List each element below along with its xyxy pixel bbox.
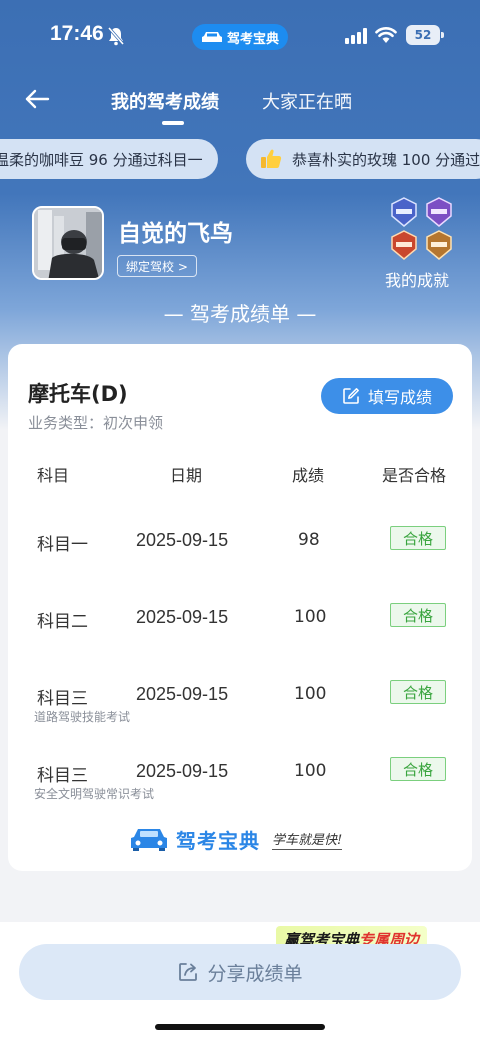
row-score: 100 <box>294 684 327 704</box>
row-date: 2025-09-15 <box>136 684 229 704</box>
row-note: 道路驾驶技能考试 <box>34 710 131 724</box>
header-date: 日期 <box>170 466 203 485</box>
report-heading: — 驾考成绩单 — <box>163 302 317 326</box>
fill-score-label: 填写成绩 <box>367 388 432 407</box>
bind-school-button[interactable]: 绑定驾校 > <box>117 255 197 277</box>
ticker-text: 恭喜朴实的玫瑰 100 分通过 <box>292 150 480 169</box>
row-date: 2025-09-15 <box>136 530 229 550</box>
cellular-signal-icon <box>345 28 367 44</box>
header-subject: 科目 <box>37 466 70 485</box>
achievement-badges[interactable] <box>386 196 456 262</box>
header-score: 成绩 <box>292 466 325 485</box>
row-subject: 科目三 <box>37 766 88 786</box>
row-date: 2025-09-15 <box>136 607 229 627</box>
business-type: 业务类型：初次申领 <box>28 414 164 432</box>
username: 自觉的飞鸟 <box>118 221 233 247</box>
pass-badge: 合格 <box>390 757 446 781</box>
pass-badge: 合格 <box>390 603 446 627</box>
row-score: 98 <box>298 530 320 550</box>
tab-my-scores[interactable]: 我的驾考成绩 <box>111 88 219 114</box>
badge-icon <box>391 230 417 260</box>
ticker-text: 温柔的咖啡豆 96 分通过科目一 <box>0 150 203 169</box>
row-score: 100 <box>294 607 327 627</box>
badge-icon <box>426 197 452 227</box>
pass-badge: 合格 <box>390 526 446 550</box>
fill-score-button[interactable]: 填写成绩 <box>321 378 453 414</box>
app-pill[interactable]: 驾考宝典 <box>192 24 288 50</box>
row-date: 2025-09-15 <box>136 761 229 781</box>
my-achievements-label[interactable]: 我的成就 <box>385 267 449 291</box>
row-subject: 科目一 <box>37 535 88 555</box>
edit-icon <box>343 388 359 404</box>
wifi-icon <box>375 27 397 43</box>
row-score: 100 <box>294 761 327 781</box>
row-note: 安全文明驾驶常识考试 <box>34 787 155 801</box>
battery-indicator: 52 <box>406 25 444 45</box>
ticker-item: 恭喜朴实的玫瑰 100 分通过 <box>246 139 480 179</box>
share-report-button[interactable]: 分享成绩单 <box>19 944 461 1000</box>
thumbs-up-icon <box>261 149 282 168</box>
tab-everyone-sharing[interactable]: 大家正在晒 <box>262 88 352 114</box>
vehicle-type: 摩托车(D) <box>28 382 128 406</box>
badge-icon <box>391 197 417 227</box>
pass-badge: 合格 <box>390 680 446 704</box>
ticker-item: 温柔的咖啡豆 96 分通过科目一 <box>0 139 218 179</box>
table-row: 科目一 2025-09-15 98 合格 <box>8 526 472 590</box>
table-row: 科目三 2025-09-15 100 合格 安全文明驾驶常识考试 <box>8 757 472 821</box>
brand-car-icon <box>131 829 167 851</box>
car-icon <box>201 32 222 42</box>
row-subject: 科目三 <box>37 689 88 709</box>
brand-slogan: 学车就是快! <box>272 829 343 850</box>
status-time: 17:46 <box>50 22 104 45</box>
share-icon <box>179 963 198 981</box>
share-report-label: 分享成绩单 <box>207 962 303 985</box>
badge-icon <box>426 230 452 260</box>
brand-name: 驾考宝典 <box>176 828 260 853</box>
avatar[interactable] <box>32 206 104 280</box>
header-pass: 是否合格 <box>382 466 447 485</box>
table-row: 科目二 2025-09-15 100 合格 <box>8 603 472 667</box>
bell-mute-icon <box>107 27 125 46</box>
app-pill-label: 驾考宝典 <box>226 31 279 47</box>
active-tab-indicator <box>162 121 184 125</box>
row-subject: 科目二 <box>37 612 88 632</box>
score-card: 摩托车(D) 业务类型：初次申领 填写成绩 科目 日期 成绩 是否合格 科目一 … <box>8 344 472 871</box>
back-arrow-icon[interactable] <box>24 86 50 112</box>
home-indicator <box>155 1024 325 1030</box>
table-row: 科目三 2025-09-15 100 合格 道路驾驶技能考试 <box>8 680 472 744</box>
brand-footer: 驾考宝典 学车就是快! <box>130 824 343 854</box>
status-bar: 17:46 驾考宝典 52 <box>0 0 480 70</box>
avatar-photo <box>34 208 102 278</box>
